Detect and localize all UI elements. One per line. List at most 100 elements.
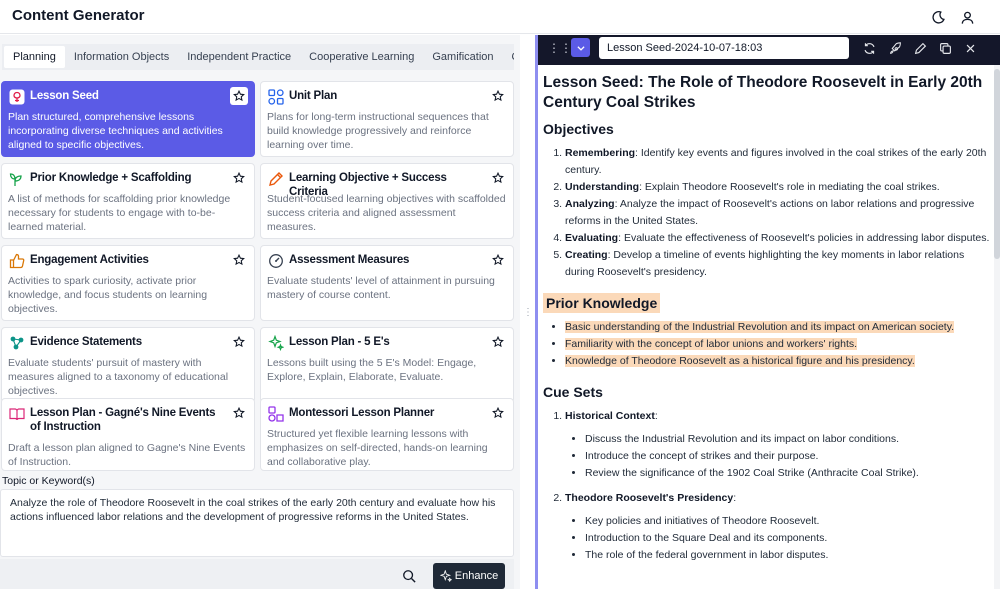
card-description: Student-focused learning objectives with… [267,193,506,233]
tab-planning[interactable]: Planning [4,46,65,68]
topic-label: Topic or Keyword(s) [2,475,95,487]
card-montessori-planner[interactable]: Montessori Lesson Planner Structured yet… [260,398,514,471]
favorite-star-icon[interactable] [230,404,248,422]
card-unit-plan[interactable]: Unit Plan Plans for long-term instructio… [260,81,514,157]
card-assessment-measures[interactable]: Assessment Measures Evaluate students' l… [260,245,514,321]
card-title: Prior Knowledge + Scaffolding [30,172,192,184]
card-description: Lessons built using the 5 E's Model: Eng… [267,357,477,383]
list-item: Introduction to the Square Deal and its … [585,530,991,547]
card-description: Draft a lesson plan aligned to Gagne's N… [8,442,246,468]
list-item: Remembering: Identify key events and fig… [565,145,991,179]
list-item: Basic understanding of the Industrial Re… [565,319,991,336]
card-evidence-statements[interactable]: Evidence Statements Evaluate students' p… [1,327,255,403]
sub-list: Key policies and initiatives of Theodore… [565,513,991,564]
list-item: The role of the federal government in la… [585,547,991,564]
list-item: Familiarity with the concept of labor un… [565,336,991,353]
gauge-icon [267,252,285,270]
list-item: Introduce the concept of strikes and the… [585,448,991,465]
app-title: Content Generator [12,7,145,24]
favorite-star-icon[interactable] [230,251,248,269]
list-item: Creating: Develop a timeline of events h… [565,247,991,281]
dark-mode-moon-icon[interactable] [927,6,949,28]
document-name-field[interactable]: Lesson Seed-2024-10-07-18:03 [599,37,849,59]
tab-independent-practice[interactable]: Independent Practice [178,46,300,68]
card-lesson-seed[interactable]: Lesson Seed Plan structured, comprehensi… [1,81,255,157]
list-item: Review the significance of the 1902 Coal… [585,465,991,482]
app-header: Content Generator [0,0,1000,34]
card-title: Lesson Plan - 5 E's [289,336,390,348]
document-panel: ⋮⋮ Lesson Seed-2024-10-07-18:03 Lesson S… [535,35,1000,589]
card-description: Evaluate students' level of attainment i… [267,275,495,301]
category-tabs: Planning Information Objects Independent… [2,44,514,70]
tab-information-objects[interactable]: Information Objects [65,46,178,68]
document-content: Lesson Seed: The Role of Theodore Roosev… [543,65,991,589]
list-item: Knowledge of Theodore Roosevelt as a his… [565,353,991,370]
edit-pencil-icon[interactable] [912,40,928,56]
card-title: Evidence Statements [30,336,142,348]
topic-input[interactable]: Analyze the role of Theodore Roosevelt i… [0,489,514,557]
favorite-star-icon[interactable] [230,169,248,187]
favorite-star-icon[interactable] [489,251,507,269]
card-engagement-activities[interactable]: Engagement Activities Activities to spar… [1,245,255,321]
favorite-star-icon[interactable] [230,333,248,351]
sparkle-icon [439,570,452,582]
chevron-down-icon[interactable] [571,38,590,57]
card-title: Montessori Lesson Planner [289,407,435,419]
search-icon[interactable] [400,567,418,585]
drag-handle-icon[interactable]: ⋮⋮ [548,41,572,55]
objectives-list: Remembering: Identify key events and fig… [543,145,991,281]
card-prior-knowledge-scaffolding[interactable]: Prior Knowledge + Scaffolding A list of … [1,163,255,239]
document-title: Lesson Seed: The Role of Theodore Roosev… [543,74,983,111]
list-item: Theodore Roosevelt's Presidency: Key pol… [565,490,991,564]
list-item: Key policies and initiatives of Theodore… [585,513,991,530]
list-item: Discuss the Industrial Revolution and it… [585,431,991,448]
close-icon[interactable] [962,40,978,56]
copy-icon[interactable] [937,40,953,56]
open-book-icon [8,405,26,423]
card-description: Evaluate students' pursuit of mastery wi… [8,357,229,397]
sprout-icon [8,170,26,188]
favorite-star-icon[interactable] [489,333,507,351]
tab-gamification[interactable]: Gamification [423,46,502,68]
enhance-label: Enhance [454,570,499,582]
tab-cooperative-learning[interactable]: Cooperative Learning [300,46,423,68]
refresh-icon[interactable] [861,40,877,56]
favorite-star-icon[interactable] [230,87,248,105]
sparkles-icon [267,334,285,352]
favorite-star-icon[interactable] [489,169,507,187]
tab-questions[interactable]: Ques [503,46,515,68]
list-item: Evaluating: Evaluate the effectiveness o… [565,230,991,247]
card-description: Plan structured, comprehensive lessons i… [8,111,223,151]
card-description: Plans for long-term instructional sequen… [267,111,489,151]
favorite-star-icon[interactable] [489,404,507,422]
document-toolbar: ⋮⋮ Lesson Seed-2024-10-07-18:03 [538,35,1000,65]
card-gagne-nine-events[interactable]: Lesson Plan - Gagné's Nine Events of Ins… [1,398,255,471]
card-title: Lesson Seed [30,90,99,102]
action-bar: Enhance [0,559,514,589]
rocket-icon[interactable] [887,40,903,56]
card-learning-objective[interactable]: Learning Objective + Success Criteria St… [260,163,514,239]
enhance-button[interactable]: Enhance [433,563,505,589]
card-lesson-plan-5es[interactable]: Lesson Plan - 5 E's Lessons built using … [260,327,514,403]
favorite-star-icon[interactable] [489,87,507,105]
cue-sets-heading: Cue Sets [543,384,603,400]
scrollbar-thumb[interactable] [994,69,1000,259]
cue-sets-list: Historical Context: Discuss the Industri… [543,408,991,564]
list-item: Understanding: Explain Theodore Roosevel… [565,179,991,196]
seed-icon [8,88,26,106]
objectives-heading: Objectives [543,121,614,137]
prior-knowledge-heading: Prior Knowledge [543,293,991,313]
card-title: Engagement Activities [30,254,149,266]
unit-plan-icon [267,88,285,106]
card-description: A list of methods for scaffolding prior … [8,193,231,233]
pencil-icon [267,170,285,188]
card-title: Lesson Plan - Gagné's Nine Events of Ins… [30,407,216,433]
resize-handle[interactable]: ⋮ [521,35,535,589]
card-description: Structured yet flexible learning lessons… [267,428,488,468]
card-title: Assessment Measures [289,254,410,266]
list-item: Historical Context: Discuss the Industri… [565,408,991,482]
template-panel: Planning Information Objects Independent… [0,35,520,589]
molecule-icon [8,334,26,352]
user-profile-icon[interactable] [956,6,978,28]
card-description: Activities to spark curiosity, activate … [8,275,208,315]
